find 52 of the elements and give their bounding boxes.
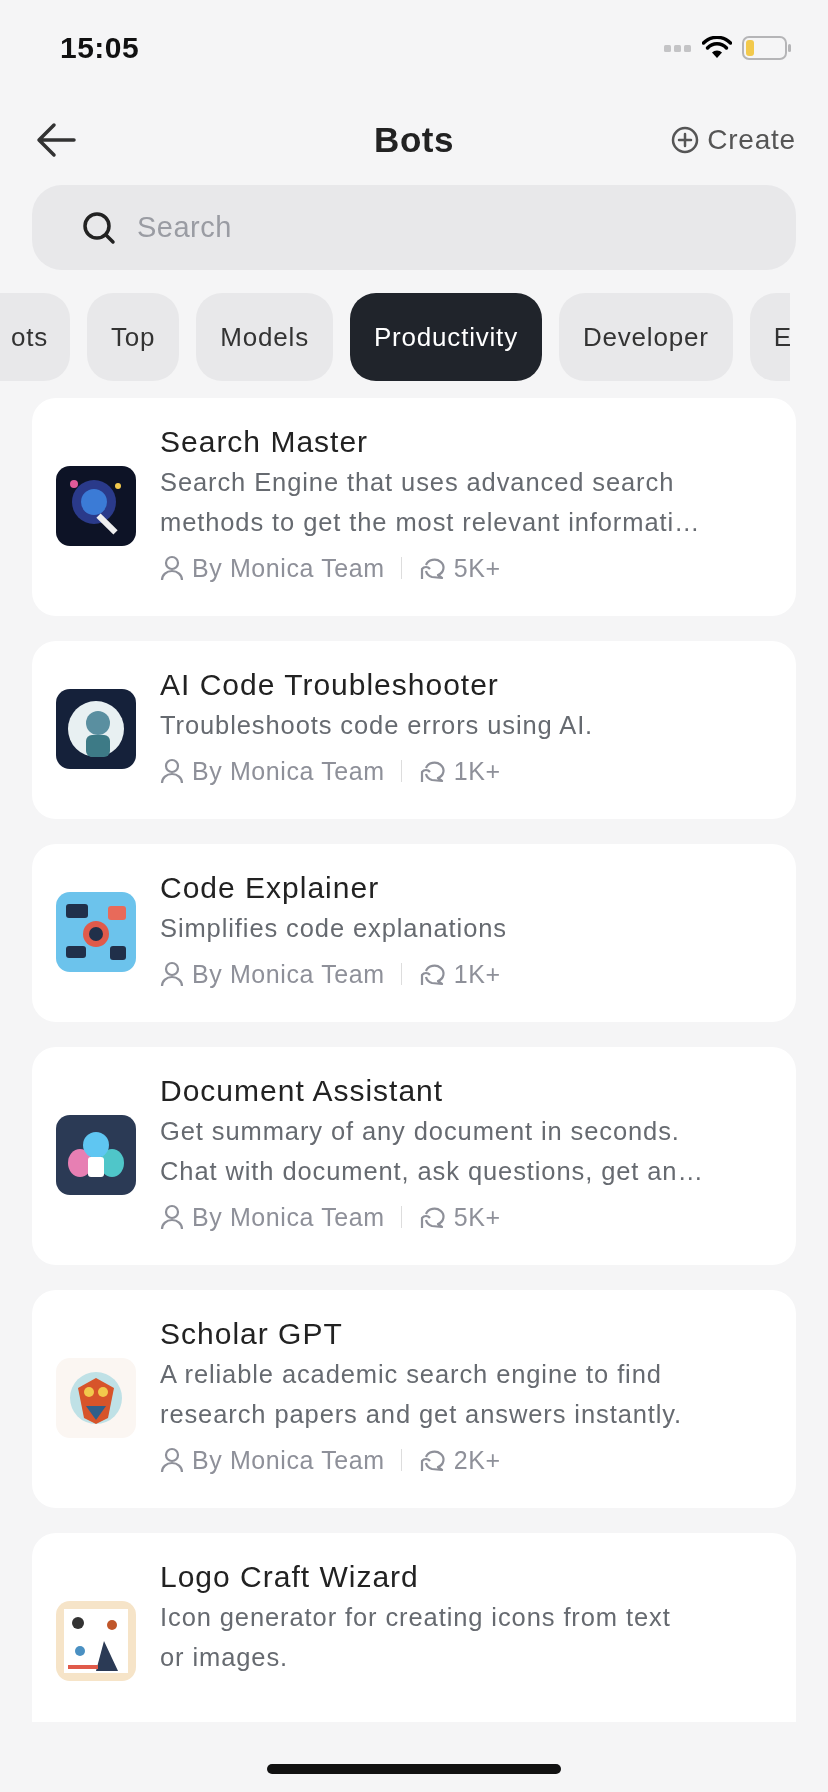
chat-count: 5K+ [453, 553, 501, 583]
status-time: 15:05 [60, 30, 140, 65]
bot-description: A reliable academic search engine to find [160, 1359, 663, 1390]
create-button[interactable]: Create [671, 124, 796, 156]
search-icon [82, 211, 116, 245]
bot-name: Logo Craft Wizard [160, 1559, 420, 1595]
bot-description: research papers and get answers instantly. [160, 1399, 684, 1430]
bot-name: AI Code Troubleshooter [160, 667, 500, 703]
bot-description: Get summary of any document in seconds. [160, 1116, 681, 1147]
bot-name: Document Assistant [160, 1073, 445, 1109]
bot-description: Icon generator for creating icons from text [160, 1602, 672, 1633]
category-tab[interactable]: Top [87, 293, 180, 381]
bot-card[interactable]: AI Code Troubleshooter Troubleshoots code errors using AI. By Monica Team 1K+ [32, 641, 796, 819]
bot-description: or images. [160, 1642, 290, 1673]
chat-count: 1K+ [453, 959, 501, 989]
bot-author: By Monica Team [192, 553, 385, 583]
category-tab[interactable]: Developer [558, 293, 733, 381]
bot-name: Scholar GPT [160, 1316, 344, 1352]
bot-description: Chat with document, ask questions, get an… [160, 1156, 705, 1187]
bot-card[interactable]: Logo Craft Wizard Icon generator for creating icons from text or images. [32, 1533, 796, 1722]
bot-description: Troubleshoots code errors using AI. [160, 710, 595, 741]
category-tab[interactable]: E [749, 293, 790, 381]
bot-card[interactable]: Document Assistant Get summary of any document in seconds. Chat with document, ask questions, get an… By Monica Team 5K+ [32, 1047, 796, 1265]
person-icon [160, 1204, 184, 1230]
bot-card[interactable]: Scholar GPT A reliable academic search engine to find research papers and get answers instantly. By Monica Team 2K+ [32, 1290, 796, 1508]
category-tab[interactable]: Productivity [349, 293, 542, 381]
chat-count: 5K+ [453, 1202, 501, 1232]
chat-count: 2K+ [453, 1445, 501, 1475]
bot-card[interactable]: Search Master Search Engine that uses advanced search methods to get the most relevant informati… By Monica Team 5K+ [32, 398, 796, 616]
plus-circle-icon [671, 126, 700, 154]
person-icon [160, 961, 184, 987]
bot-card[interactable]: Code Explainer Simplifies code explanations By Monica Team 1K+ [32, 844, 796, 1022]
battery-icon [742, 35, 792, 60]
person-icon [160, 555, 184, 581]
bot-name: Code Explainer [160, 870, 381, 906]
bot-author: By Monica Team [192, 1445, 385, 1475]
bot-description: methods to get the most relevant informati… [160, 507, 702, 538]
bot-description: Simplifies code explanations [160, 913, 508, 944]
category-tab[interactable]: ots [0, 293, 70, 381]
bot-author: By Monica Team [192, 959, 385, 989]
signal-icon [664, 42, 692, 53]
bot-author: By Monica Team [192, 756, 385, 786]
wifi-icon [702, 35, 732, 60]
chat-count: 1K+ [453, 756, 501, 786]
bot-author: By Monica Team [192, 1202, 385, 1232]
bot-name: Search Master [160, 424, 370, 460]
person-icon [160, 1447, 184, 1473]
search-field[interactable]: Search [32, 185, 796, 270]
person-icon [160, 758, 184, 784]
bot-description: Search Engine that uses advanced search [160, 467, 676, 498]
page-title: Bots [374, 120, 454, 160]
category-tab[interactable]: Models [196, 293, 333, 381]
